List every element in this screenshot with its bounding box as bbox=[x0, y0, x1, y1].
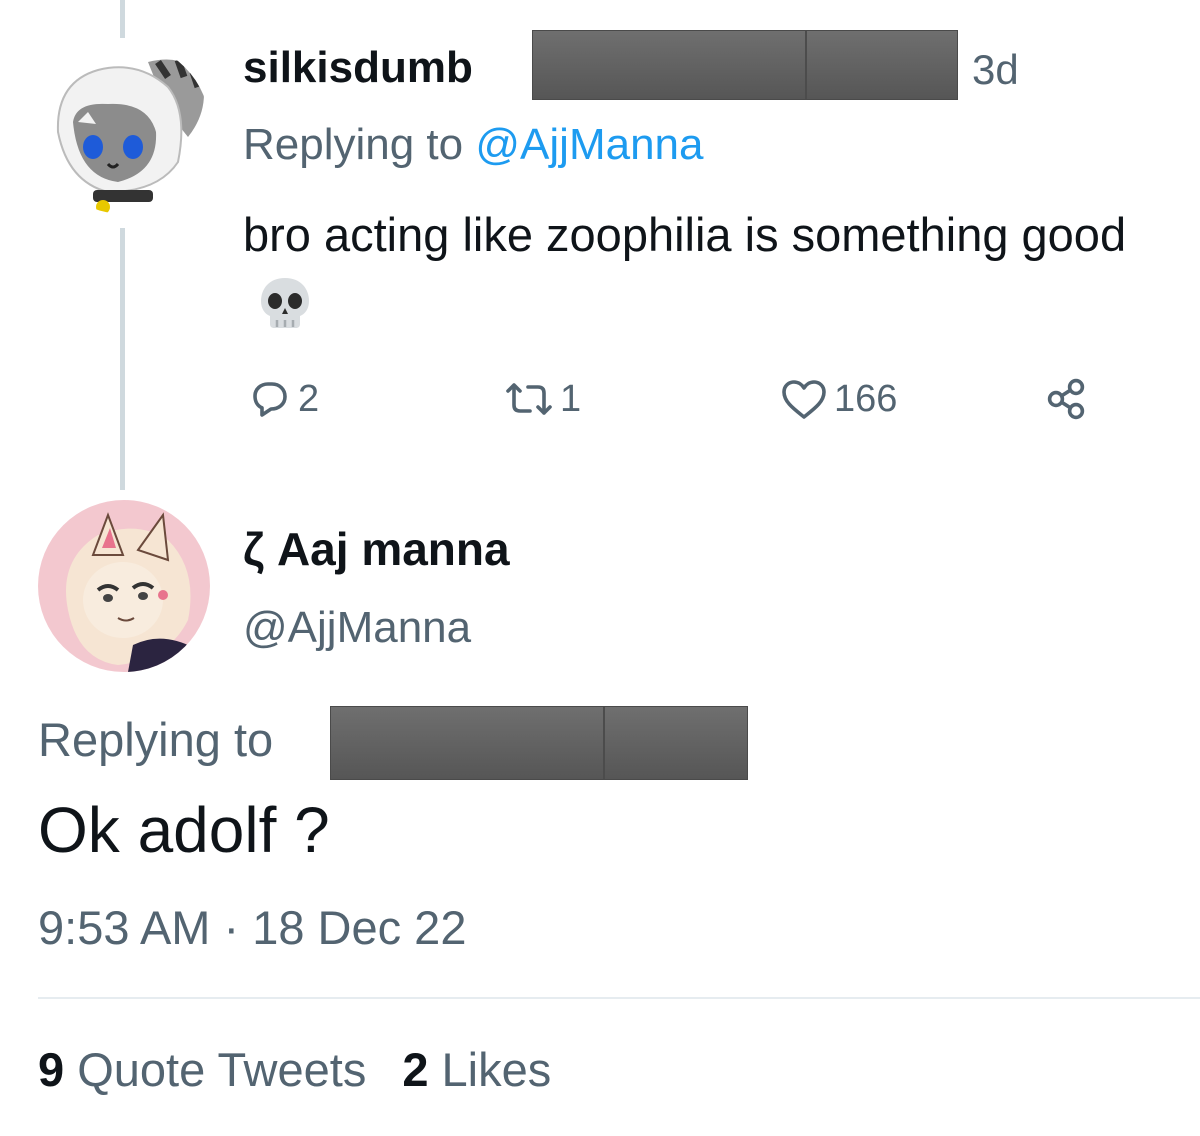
retweet-action[interactable]: 1 bbox=[502, 373, 581, 425]
stats-divider bbox=[38, 997, 1200, 999]
redacted-reply-handle bbox=[330, 706, 748, 780]
quote-count: 9 bbox=[38, 1043, 65, 1096]
quote-label: Quote Tweets bbox=[77, 1043, 367, 1096]
main-tweet-timestamp[interactable]: 9:53 AM · 18 Dec 22 bbox=[38, 898, 466, 958]
like-action[interactable]: 166 bbox=[778, 373, 897, 425]
likes-link[interactable]: 2 Likes bbox=[402, 1043, 551, 1096]
comment-icon bbox=[253, 382, 287, 417]
likes-label: Likes bbox=[441, 1043, 552, 1096]
tweet-stats: 9 Quote Tweets 2 Likes bbox=[38, 1040, 551, 1100]
reply-count: 2 bbox=[298, 377, 320, 420]
reply-author-name[interactable]: silkisdumb bbox=[243, 40, 473, 96]
main-author-handle[interactable]: @AjjManna bbox=[243, 600, 471, 656]
like-count: 166 bbox=[834, 377, 898, 420]
quote-tweets-link[interactable]: 9 Quote Tweets bbox=[38, 1043, 366, 1096]
redacted-handle bbox=[532, 30, 958, 100]
thread-line-bottom bbox=[120, 228, 125, 490]
replying-to-label: Replying to bbox=[243, 120, 464, 169]
avatar-aaj-manna[interactable] bbox=[38, 500, 210, 672]
reply-action[interactable]: 2 bbox=[246, 373, 319, 425]
reply-replying-to: Replying to @AjjManna bbox=[243, 117, 703, 173]
reply-tweet-text: bro acting like zoophilia is something g… bbox=[243, 198, 1183, 351]
share-icon bbox=[1047, 378, 1085, 420]
avatar-cat-illustration-icon bbox=[38, 42, 210, 214]
heart-icon bbox=[782, 380, 826, 419]
main-author-name[interactable]: ζ Aaj manna bbox=[243, 520, 510, 578]
main-tweet-text: Ok adolf ? bbox=[38, 794, 330, 866]
reply-time-ago[interactable]: 3d bbox=[972, 42, 1019, 98]
avatar-fox-illustration-icon bbox=[38, 500, 210, 672]
retweet-icon bbox=[506, 383, 552, 415]
share-action[interactable] bbox=[1042, 373, 1090, 425]
reply-tweet-body: bro acting like zoophilia is something g… bbox=[243, 208, 1127, 261]
avatar-silkisdumb[interactable] bbox=[38, 42, 210, 214]
retweet-count: 1 bbox=[560, 377, 582, 420]
skull-emoji-icon bbox=[257, 274, 313, 351]
thread-line-top bbox=[120, 0, 125, 38]
replying-to-mention-link[interactable]: @AjjManna bbox=[475, 120, 703, 169]
likes-count: 2 bbox=[402, 1043, 429, 1096]
main-replying-to-label: Replying to bbox=[38, 713, 274, 766]
